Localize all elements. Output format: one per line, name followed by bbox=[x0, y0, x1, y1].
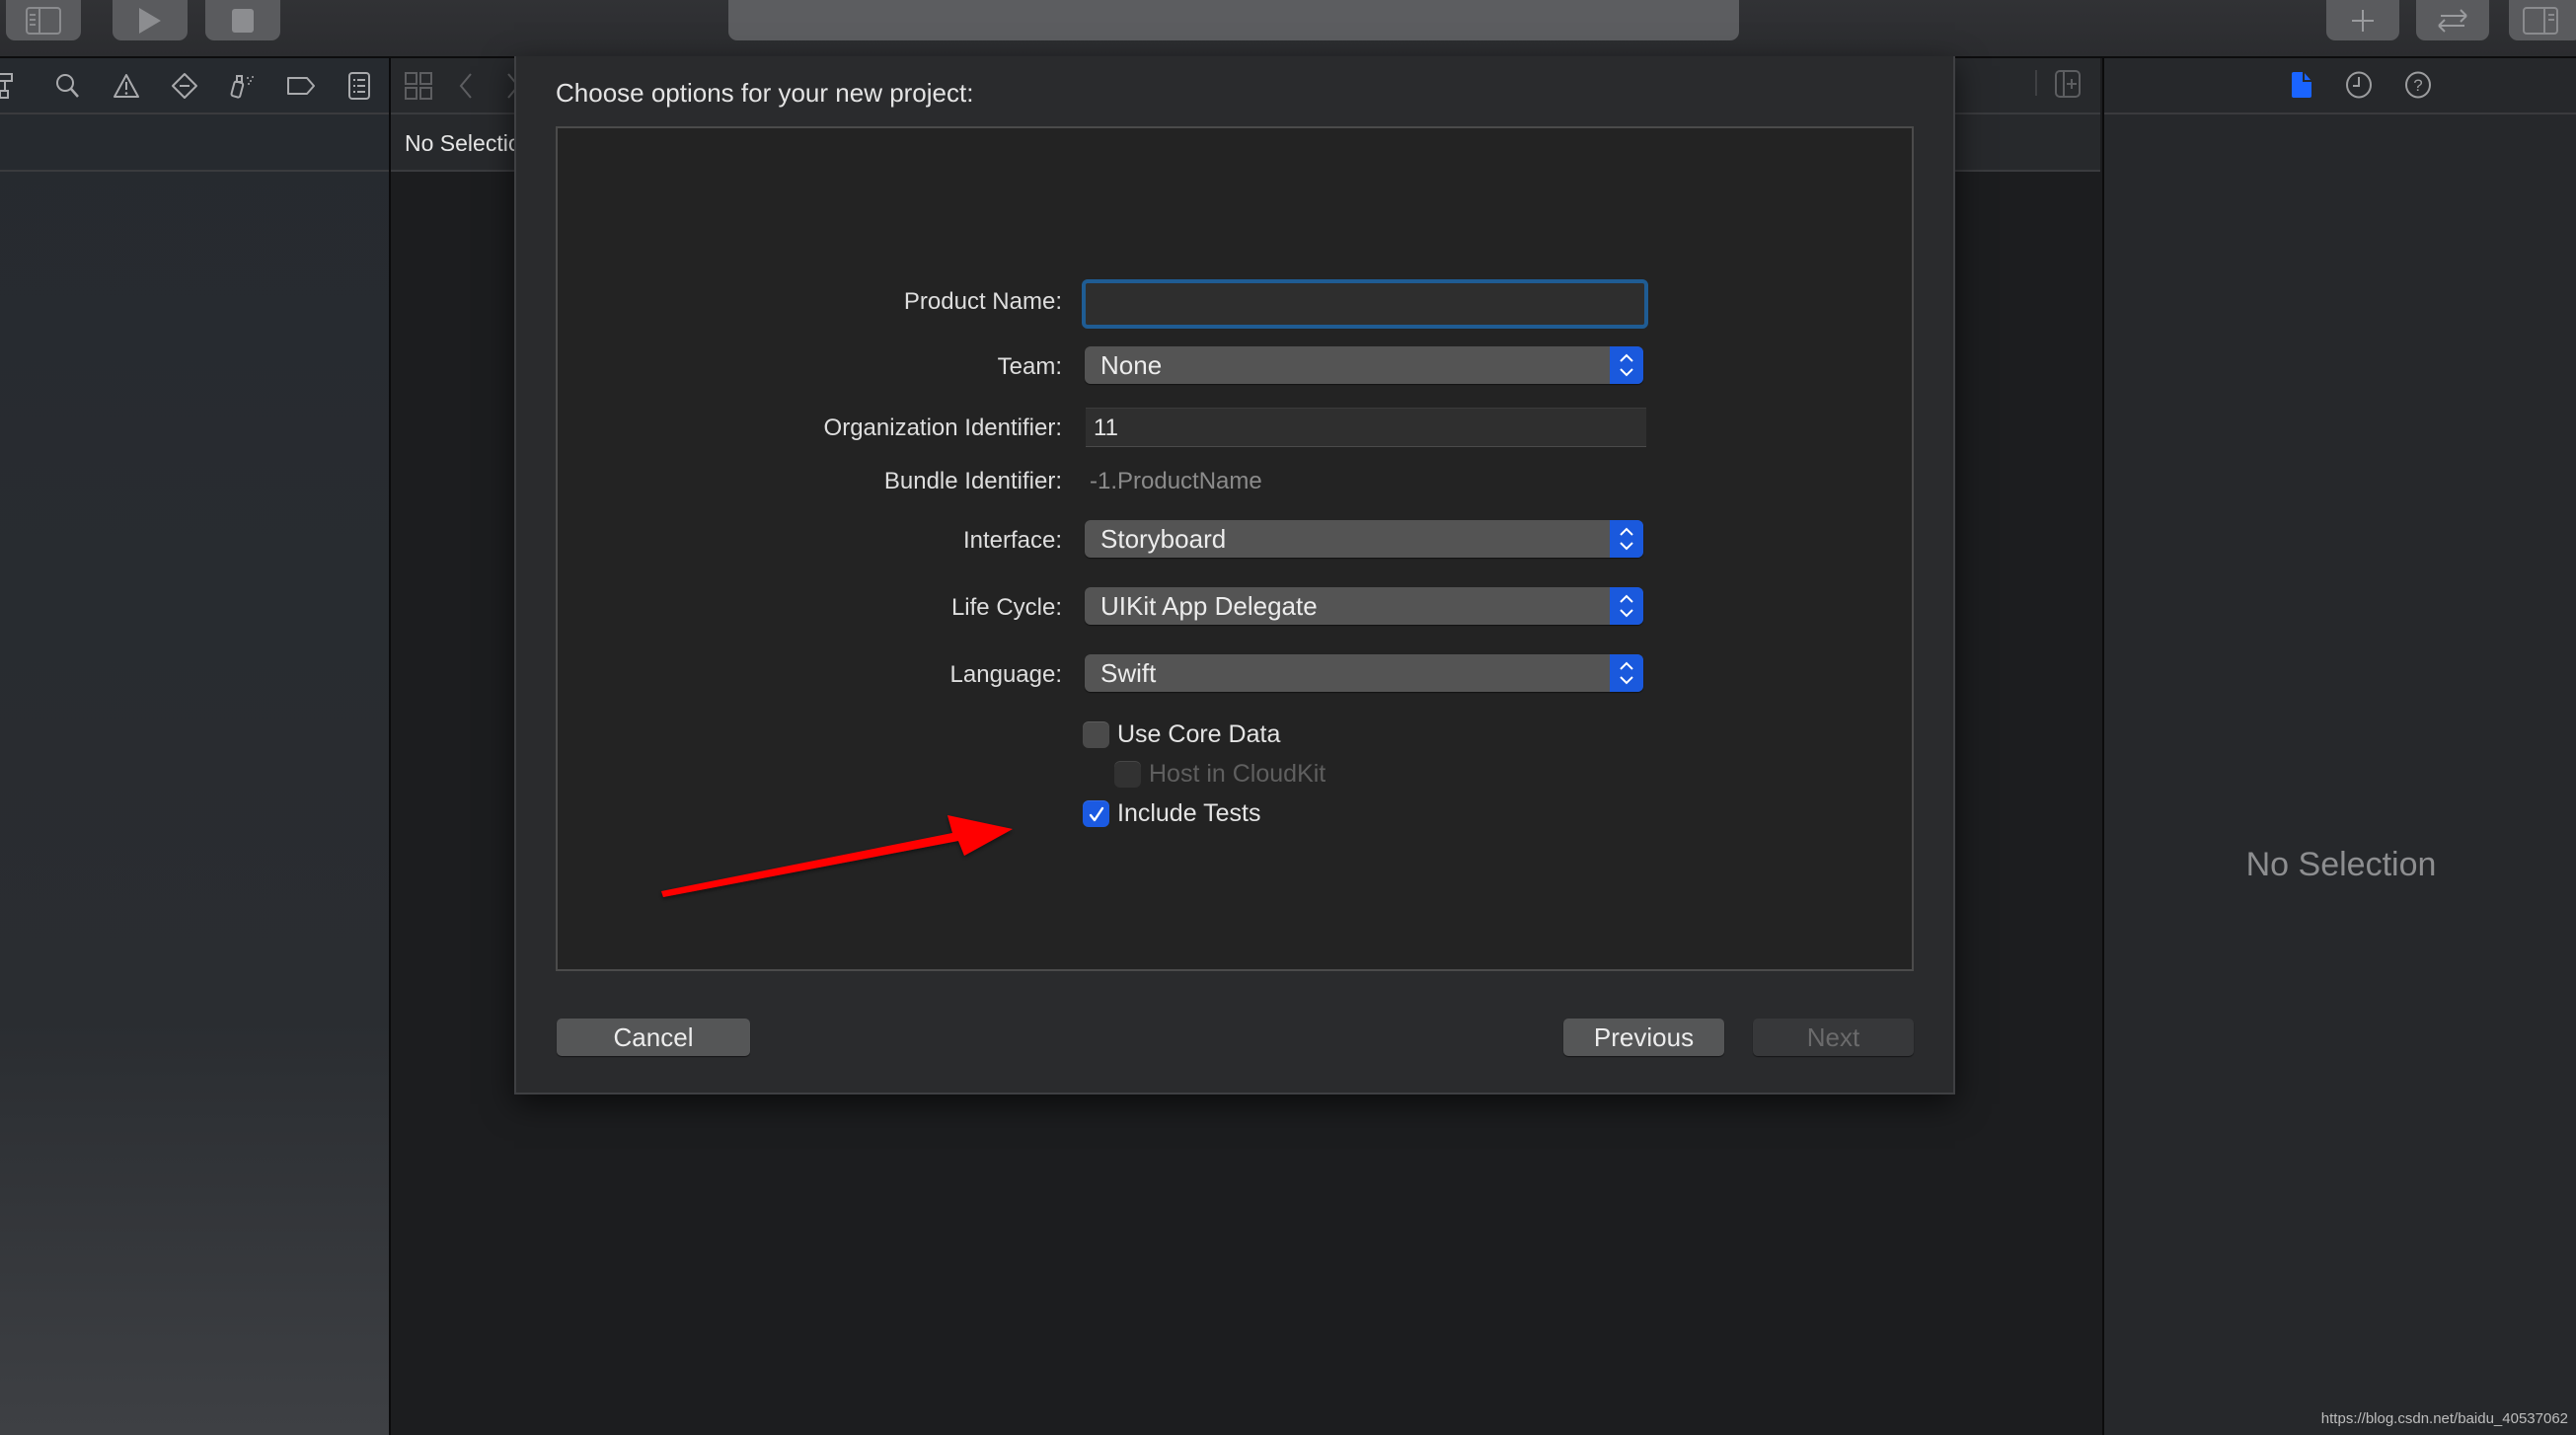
life-cycle-value: UIKit App Delegate bbox=[1100, 590, 1318, 621]
back-chevron-icon[interactable] bbox=[458, 72, 474, 100]
team-popup[interactable]: None bbox=[1085, 346, 1643, 384]
life-cycle-label: Life Cycle: bbox=[950, 594, 1062, 621]
language-value: Swift bbox=[1100, 657, 1157, 688]
checkmark-icon bbox=[1083, 800, 1109, 827]
popup-stepper-icon bbox=[1610, 587, 1643, 625]
nav-tab-debug[interactable] bbox=[214, 58, 272, 113]
previous-button[interactable]: Previous bbox=[1563, 1019, 1724, 1056]
include-tests-checkbox[interactable]: Include Tests bbox=[1083, 799, 1260, 828]
team-label: Team: bbox=[997, 353, 1062, 380]
search-icon bbox=[56, 73, 80, 98]
interface-value: Storyboard bbox=[1100, 523, 1227, 554]
nav-tab-reports[interactable] bbox=[331, 58, 389, 113]
file-inspector-icon[interactable] bbox=[2292, 71, 2313, 99]
activity-viewer bbox=[728, 0, 1739, 40]
cancel-button[interactable]: Cancel bbox=[557, 1019, 750, 1056]
watermark: https://blog.csdn.net/baidu_40537062 bbox=[2320, 1410, 2568, 1427]
navigator-content-header bbox=[0, 114, 389, 172]
history-clock-icon[interactable] bbox=[2345, 71, 2373, 99]
inspector-tab-bar: ? bbox=[2104, 58, 2576, 114]
life-cycle-popup[interactable]: UIKit App Delegate bbox=[1085, 587, 1643, 625]
checkbox-unchecked-icon bbox=[1083, 721, 1109, 748]
warning-icon bbox=[114, 73, 140, 98]
host-in-cloudkit-label: Host in CloudKit bbox=[1149, 760, 1326, 788]
related-items-grid-icon[interactable] bbox=[405, 72, 432, 100]
use-core-data-label: Use Core Data bbox=[1117, 720, 1281, 748]
inspector-toggle-icon bbox=[2523, 6, 2558, 35]
organization-identifier-field[interactable]: 11 bbox=[1086, 408, 1646, 447]
team-value: None bbox=[1100, 349, 1163, 380]
svg-text:?: ? bbox=[2413, 76, 2422, 95]
stop-button[interactable] bbox=[205, 0, 280, 40]
library-button[interactable] bbox=[2326, 0, 2399, 40]
hierarchy-icon bbox=[0, 72, 13, 99]
next-button: Next bbox=[1753, 1019, 1914, 1056]
window-toolbar bbox=[0, 0, 2576, 58]
breakpoint-tag-icon bbox=[287, 76, 316, 95]
new-project-options-sheet: Choose options for your new project: Pro… bbox=[514, 56, 1955, 1095]
navigator-pane bbox=[0, 58, 391, 1435]
nav-tab-breakpoints[interactable] bbox=[272, 58, 331, 113]
inspector-toggle-button[interactable] bbox=[2509, 0, 2576, 40]
add-library-icon bbox=[2352, 9, 2374, 32]
report-list-icon bbox=[348, 71, 371, 100]
inspector-no-selection-label: No Selection bbox=[2245, 846, 2437, 883]
add-editor-icon[interactable] bbox=[2055, 70, 2081, 98]
nav-tab-issues[interactable] bbox=[98, 58, 156, 113]
quick-help-icon[interactable]: ? bbox=[2404, 71, 2432, 99]
organization-identifier-value: 11 bbox=[1094, 415, 1118, 441]
navigator-tab-bar bbox=[0, 58, 389, 114]
use-core-data-checkbox[interactable]: Use Core Data bbox=[1083, 720, 1280, 749]
dialog-title: Choose options for your new project: bbox=[556, 78, 974, 108]
popup-stepper-icon bbox=[1610, 654, 1643, 692]
test-diamond-icon bbox=[172, 72, 198, 99]
checkbox-disabled-icon bbox=[1114, 761, 1141, 788]
jumpbar-divider bbox=[2035, 70, 2037, 96]
product-name-field[interactable] bbox=[1082, 279, 1648, 329]
interface-label: Interface: bbox=[962, 527, 1062, 554]
sidebar-toggle-icon bbox=[26, 6, 61, 35]
bundle-identifier-label: Bundle Identifier: bbox=[883, 468, 1062, 494]
options-panel: Product Name: Team: None Organization Id… bbox=[556, 126, 1914, 971]
language-popup[interactable]: Swift bbox=[1085, 654, 1643, 692]
nav-tab-tests[interactable] bbox=[156, 58, 214, 113]
run-button[interactable] bbox=[113, 0, 188, 40]
product-name-label: Product Name: bbox=[903, 288, 1062, 315]
run-icon bbox=[139, 7, 161, 34]
debug-spray-icon bbox=[230, 74, 255, 99]
interface-popup[interactable]: Storyboard bbox=[1085, 520, 1643, 558]
code-review-button[interactable] bbox=[2416, 0, 2489, 40]
popup-stepper-icon bbox=[1610, 346, 1643, 384]
inspector-pane: ? No Selection https://blog.csdn.net/bai… bbox=[2102, 58, 2576, 1435]
organization-identifier-label: Organization Identifier: bbox=[823, 415, 1062, 441]
nav-tab-find[interactable] bbox=[39, 58, 98, 113]
stop-icon bbox=[232, 8, 254, 33]
host-in-cloudkit-checkbox: Host in CloudKit bbox=[1114, 760, 1326, 789]
include-tests-label: Include Tests bbox=[1117, 799, 1261, 827]
nav-tab-project[interactable] bbox=[0, 58, 20, 113]
bundle-identifier-value: -1.ProductName bbox=[1090, 468, 1262, 494]
popup-stepper-icon bbox=[1610, 520, 1643, 558]
navigator-toggle-button[interactable] bbox=[6, 0, 81, 40]
code-review-icon bbox=[2438, 8, 2467, 33]
language-label: Language: bbox=[949, 661, 1062, 688]
